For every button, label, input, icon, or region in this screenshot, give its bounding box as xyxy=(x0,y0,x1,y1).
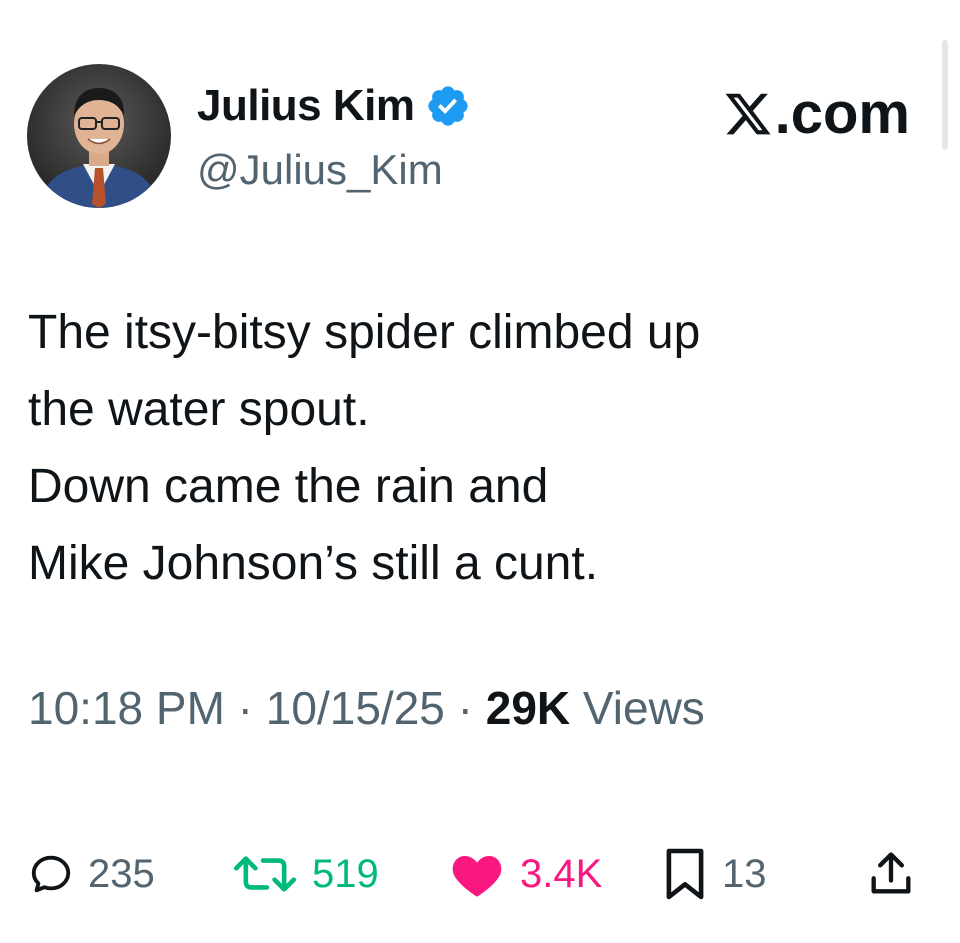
tweet-metadata: 10:18 PM · 10/15/25 · 29K Views xyxy=(28,676,705,740)
tweet-line: the water spout. xyxy=(28,383,370,436)
retweet-button[interactable]: 519 xyxy=(232,846,379,902)
like-button[interactable]: 3.4K xyxy=(448,846,602,902)
retweet-count: 519 xyxy=(312,851,379,896)
retweet-icon xyxy=(233,856,297,892)
author-name-row[interactable]: Julius Kim xyxy=(197,80,471,132)
tweet-line: The itsy-bitsy spider climbed up xyxy=(28,306,701,359)
reply-count: 235 xyxy=(88,851,155,896)
bookmark-button[interactable]: 13 xyxy=(662,846,767,902)
views-count: 29K xyxy=(485,682,571,734)
heart-icon xyxy=(452,855,502,897)
brand-domain: .com xyxy=(774,81,910,146)
tweet-date[interactable]: 10/15/25 xyxy=(266,682,445,734)
bookmark-count: 13 xyxy=(722,851,767,896)
like-count: 3.4K xyxy=(520,851,603,896)
x-com-brand: .com xyxy=(723,82,910,146)
meta-separator: · xyxy=(444,682,486,734)
views-label: Views xyxy=(582,682,705,734)
meta-separator: · xyxy=(224,682,266,734)
tweet-line: Down came the rain and xyxy=(28,460,549,513)
x-logo-icon xyxy=(725,93,771,135)
share-icon xyxy=(871,852,911,894)
author-handle[interactable]: @Julius_Kim xyxy=(197,144,443,196)
tweet-line: Mike Johnson’s still a cunt. xyxy=(28,537,599,590)
reply-icon xyxy=(31,855,71,893)
tweet-text: The itsy-bitsy spider climbed up the wat… xyxy=(28,294,928,602)
scrollbar[interactable] xyxy=(942,40,948,150)
share-button[interactable] xyxy=(865,846,917,902)
bookmark-icon xyxy=(666,848,704,900)
verified-badge-icon xyxy=(425,83,471,129)
tweet-time[interactable]: 10:18 PM xyxy=(28,682,225,734)
avatar-image xyxy=(27,64,171,208)
avatar[interactable] xyxy=(27,64,171,208)
reply-button[interactable]: 235 xyxy=(28,846,155,902)
author-display-name[interactable]: Julius Kim xyxy=(197,80,415,132)
